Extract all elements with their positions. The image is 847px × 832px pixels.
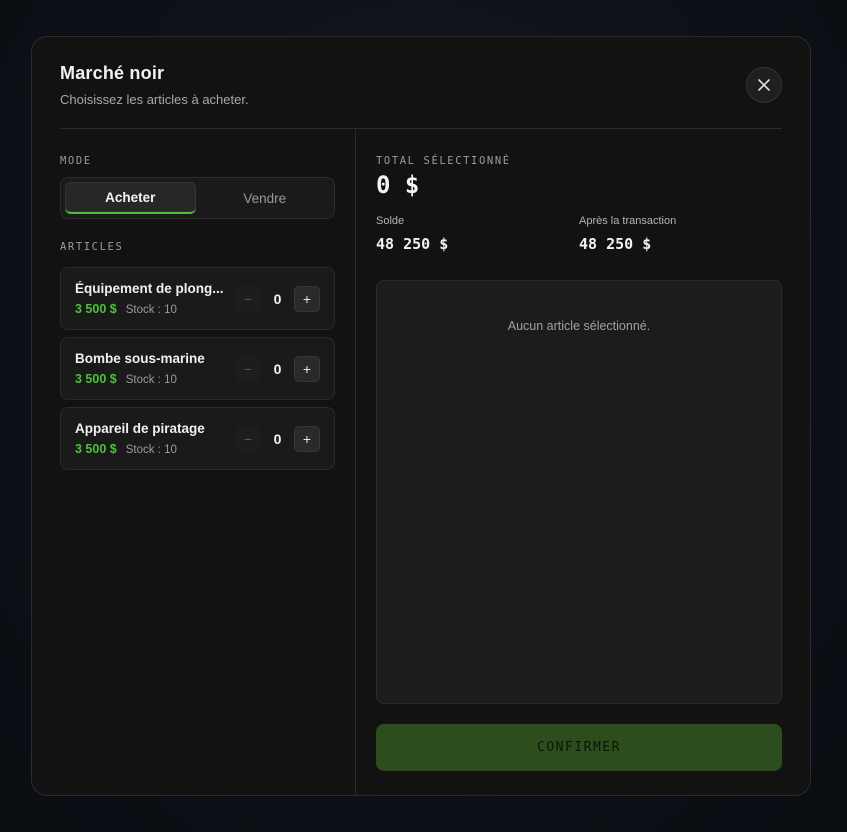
balance-value: 48 250 $ [376, 235, 449, 253]
mode-buy-button[interactable]: Acheter [65, 182, 196, 214]
close-button[interactable] [746, 67, 782, 103]
modal-header: Marché noir Choisissez les articles à ac… [60, 63, 249, 107]
column-divider [355, 129, 356, 795]
after-transaction-block: Après la transaction 48 250 $ [579, 215, 782, 253]
item-name: Appareil de piratage [75, 421, 205, 436]
mode-sell-button[interactable]: Vendre [200, 182, 331, 214]
total-label: TOTAL SÉLECTIONNÉ [376, 155, 511, 167]
decrement-button[interactable]: − [235, 356, 261, 382]
decrement-button[interactable]: − [235, 286, 261, 312]
mode-label: MODE [60, 155, 92, 167]
item-stock: Stock : 10 [125, 304, 177, 316]
after-transaction-value: 48 250 $ [579, 235, 652, 253]
empty-selection-text: Aucun article sélectionné. [507, 319, 651, 333]
balance-row: Solde 48 250 $ Après la transaction 48 2… [376, 215, 782, 253]
decrement-button[interactable]: − [235, 426, 261, 452]
quantity-stepper: − 0 + [235, 286, 320, 312]
quantity-value: 0 [273, 291, 282, 307]
modal-subtitle: Choisissez les articles à acheter. [60, 92, 249, 107]
close-icon [758, 79, 770, 91]
article-list: Équipement de plong... 3 500 $ Stock : 1… [60, 267, 335, 470]
item-price: 3 500 $ [75, 442, 117, 456]
item-name: Équipement de plong... [75, 281, 224, 296]
increment-button[interactable]: + [294, 356, 320, 382]
increment-button[interactable]: + [294, 286, 320, 312]
left-panel: MODE Acheter Vendre ARTICLES Équipement … [60, 129, 335, 470]
confirm-button[interactable]: CONFIRMER [376, 724, 782, 771]
selection-summary: Aucun article sélectionné. [376, 280, 782, 704]
mode-toggle: Acheter Vendre [60, 177, 335, 219]
quantity-value: 0 [273, 361, 282, 377]
increment-button[interactable]: + [294, 426, 320, 452]
item-stock: Stock : 10 [125, 374, 177, 386]
modal-title: Marché noir [60, 63, 165, 83]
quantity-stepper: − 0 + [235, 426, 320, 452]
quantity-value: 0 [273, 431, 282, 447]
item-name: Bombe sous-marine [75, 351, 205, 366]
item-stock: Stock : 10 [125, 444, 177, 456]
item-price: 3 500 $ [75, 372, 117, 386]
list-item: Appareil de piratage 3 500 $ Stock : 10 … [60, 407, 335, 470]
right-panel: TOTAL SÉLECTIONNÉ 0 $ Solde 48 250 $ Apr… [376, 129, 782, 771]
quantity-stepper: − 0 + [235, 356, 320, 382]
articles-label: ARTICLES [60, 241, 124, 253]
total-value: 0 $ [376, 171, 420, 199]
list-item: Bombe sous-marine 3 500 $ Stock : 10 − 0… [60, 337, 335, 400]
after-transaction-label: Après la transaction [579, 215, 677, 227]
black-market-modal: Marché noir Choisissez les articles à ac… [31, 36, 811, 796]
balance-label: Solde [376, 215, 405, 227]
balance-block: Solde 48 250 $ [376, 215, 579, 253]
item-price: 3 500 $ [75, 302, 117, 316]
list-item: Équipement de plong... 3 500 $ Stock : 1… [60, 267, 335, 330]
